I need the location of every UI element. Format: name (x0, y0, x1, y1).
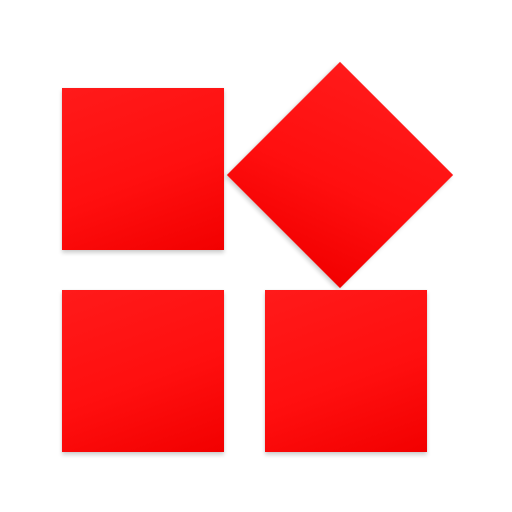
tile-bottom-right (265, 290, 427, 452)
app-icon-canvas (0, 0, 512, 512)
tile-top-right-diamond (226, 61, 454, 289)
tile-bottom-left (62, 290, 224, 452)
tile-top-left (62, 88, 224, 250)
